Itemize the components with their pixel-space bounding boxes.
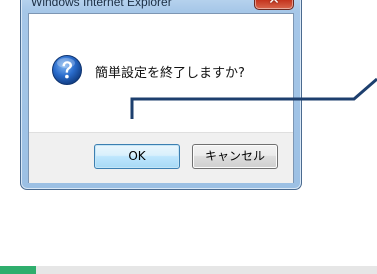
ok-button[interactable]: OK xyxy=(94,144,180,169)
title-bar[interactable]: Windows Internet Explorer ✕ xyxy=(21,0,301,13)
window-title: Windows Internet Explorer xyxy=(31,0,172,9)
question-icon xyxy=(52,55,82,85)
bottom-band xyxy=(0,266,377,274)
bottom-band-accent xyxy=(0,266,36,274)
close-button[interactable]: ✕ xyxy=(254,0,294,10)
close-icon: ✕ xyxy=(268,0,280,8)
button-bar: OK キャンセル xyxy=(29,132,293,183)
screenshot-stage: Windows Internet Explorer ✕ 簡単設定を終了しますか?… xyxy=(0,0,377,274)
dialog-window: Windows Internet Explorer ✕ 簡単設定を終了しますか?… xyxy=(20,0,302,190)
cancel-button[interactable]: キャンセル xyxy=(192,144,278,169)
dialog-message: 簡単設定を終了しますか? xyxy=(95,66,245,81)
dialog-client-area: 簡単設定を終了しますか? OK キャンセル xyxy=(28,13,294,183)
message-area: 簡単設定を終了しますか? xyxy=(29,14,293,132)
